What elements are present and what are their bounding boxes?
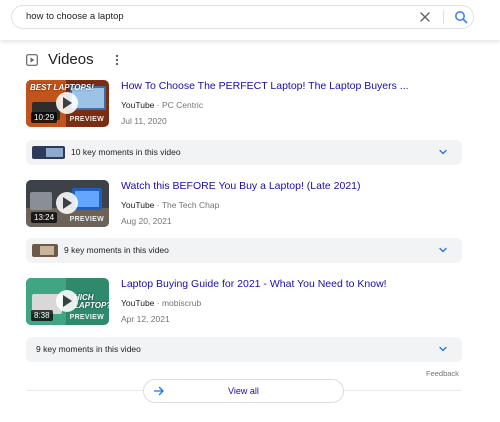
search-button[interactable] [453,9,469,25]
play-button[interactable] [56,290,78,312]
search-header: how to choose a laptop [0,0,500,40]
video-thumbnail[interactable]: BEST LAPTOPS! 10:29 PREVIEW [26,80,109,127]
video-icon [26,54,38,66]
video-channel: · The Tech Chap [156,200,220,210]
view-all-button[interactable]: View all [143,379,344,403]
video-thumbnail[interactable]: 13:24 PREVIEW [26,180,109,227]
video-title-link[interactable]: Laptop Buying Guide for 2021 - What You … [121,278,387,290]
key-moments-toggle[interactable]: 9 key moments in this video [26,238,462,263]
more-vert-icon [115,54,119,66]
search-box[interactable]: how to choose a laptop [11,5,474,29]
video-date: Aug 20, 2021 [121,216,172,226]
video-duration: 10:29 [31,112,58,123]
close-icon [420,12,430,22]
video-duration: 13:24 [31,212,58,223]
chevron-down-icon [439,346,447,352]
video-source: YouTube [121,100,155,110]
clear-search-button[interactable] [417,9,433,25]
play-button[interactable] [56,92,78,114]
chevron-down-icon [439,149,447,155]
preview-label: PREVIEW [69,116,104,123]
thumbnail-overlay-text: HICH LAPTOP? [74,293,109,310]
preview-label: PREVIEW [69,216,104,223]
play-icon [63,97,72,109]
video-source: YouTube [121,200,155,210]
feedback-link[interactable]: Feedback [426,369,459,378]
preview-label: PREVIEW [69,314,104,321]
video-thumbnail[interactable]: HICH LAPTOP? 8:38 PREVIEW [26,278,109,325]
video-channel: · PC Centric [156,100,204,110]
search-divider [443,10,444,24]
videos-section-header: Videos [26,51,146,69]
arrow-right-icon [153,386,164,396]
video-meta: YouTube · The Tech Chap [121,200,219,210]
key-moments-label: 9 key moments in this video [36,344,141,354]
search-icon [455,11,468,24]
video-result[interactable]: 13:24 PREVIEW Watch this BEFORE You Buy … [26,180,466,240]
video-meta: YouTube · PC Centric [121,100,203,110]
more-options-button[interactable] [113,52,121,68]
search-input[interactable]: how to choose a laptop [26,11,124,22]
video-title-link[interactable]: How To Choose The PERFECT Laptop! The La… [121,80,409,92]
video-duration: 8:38 [31,310,53,321]
key-moments-label: 9 key moments in this video [64,245,169,255]
thumbnail-overlay-text: BEST LAPTOPS! [30,83,94,92]
key-moments-toggle[interactable]: 9 key moments in this video [26,337,462,362]
video-source: YouTube [121,298,155,308]
chevron-down-icon [439,247,447,253]
key-moment-thumbnail [32,146,65,159]
video-meta: YouTube · mobiscrub [121,298,201,308]
video-channel: · mobiscrub [156,298,202,308]
view-all-label: View all [228,386,259,396]
play-button[interactable] [56,192,78,214]
section-title: Videos [48,51,94,68]
key-moments-toggle[interactable]: 10 key moments in this video [26,140,462,165]
video-title-link[interactable]: Watch this BEFORE You Buy a Laptop! (Lat… [121,180,361,192]
key-moment-thumbnail [32,244,58,257]
video-date: Jul 11, 2020 [121,116,167,126]
play-icon [63,295,72,307]
video-result[interactable]: BEST LAPTOPS! 10:29 PREVIEW How To Choos… [26,80,466,140]
video-result[interactable]: HICH LAPTOP? 8:38 PREVIEW Laptop Buying … [26,278,466,338]
play-icon [63,197,72,209]
key-moments-label: 10 key moments in this video [71,147,181,157]
video-date: Apr 12, 2021 [121,314,170,324]
